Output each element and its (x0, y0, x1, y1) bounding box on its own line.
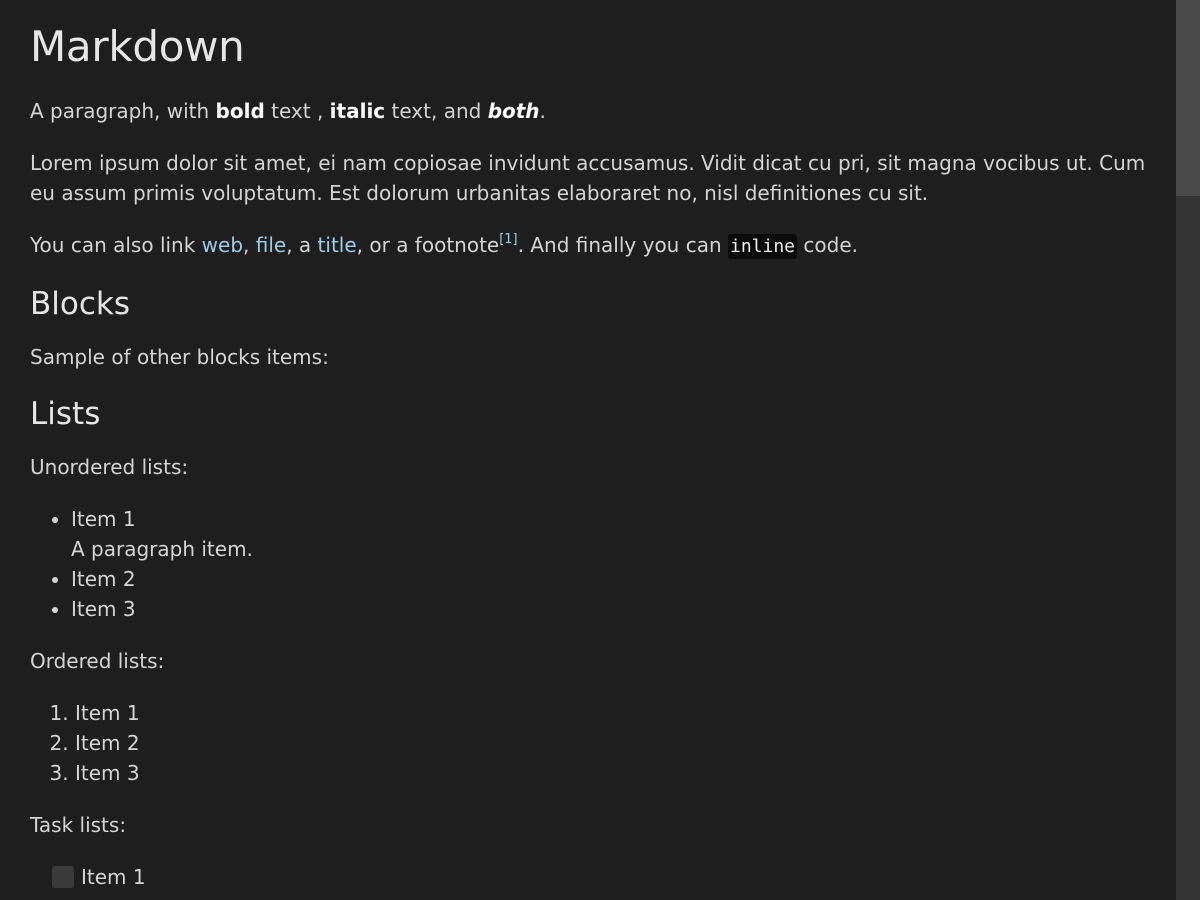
links-paragraph: You can also link web, file, a title, or… (30, 230, 1146, 262)
file-link[interactable]: file (256, 233, 286, 257)
list-item-label: Item 1 (71, 507, 136, 531)
web-link[interactable]: web (202, 233, 243, 257)
footnote-link[interactable]: [1] (499, 232, 517, 247)
links-sep-2: , a (286, 233, 318, 257)
intro-paragraph: A paragraph, with bold text , italic tex… (30, 96, 1146, 126)
list-item-paragraph: A paragraph item. (71, 537, 253, 561)
list-item: Item 3 (71, 594, 1146, 624)
vertical-scrollbar[interactable] (1176, 0, 1200, 900)
italic-label-text: italic (329, 99, 386, 123)
intro-text-1: A paragraph, with (30, 99, 216, 123)
intro-text-3: text, and (385, 99, 488, 123)
list-item: Item 2 (71, 564, 1146, 594)
links-text-2: . And finally you can (517, 233, 728, 257)
links-sep-1: , (243, 233, 256, 257)
links-sep-3: , or a footnote (356, 233, 500, 257)
list-item: Item 1 (75, 698, 1146, 728)
bold-italic-text: both (487, 99, 540, 123)
intro-text-2: text , (264, 99, 330, 123)
task-item-label: Item 1 (81, 865, 146, 889)
unordered-list: Item 1 A paragraph item. Item 2 Item 3 (30, 504, 1146, 624)
blocks-intro: Sample of other blocks items: (30, 345, 329, 369)
page-title: Markdown (30, 22, 245, 71)
ordered-list: Item 1 Item 2 Item 3 (30, 698, 1146, 788)
unordered-lists-label: Unordered lists: (30, 455, 189, 479)
ordered-lists-label: Ordered lists: (30, 649, 165, 673)
title-link[interactable]: title (318, 233, 357, 257)
list-item: Item 1 A paragraph item. (71, 504, 1146, 564)
intro-text-4: . (539, 99, 546, 123)
markdown-preview: Markdown A paragraph, with bold text , i… (0, 0, 1176, 900)
links-text-1: You can also link (30, 233, 202, 257)
blocks-heading: Blocks (30, 286, 130, 322)
task-list: Item 1 (30, 862, 1146, 892)
links-text-3: code. (797, 233, 858, 257)
scrollbar-thumb[interactable] (1176, 0, 1200, 196)
list-item: Item 2 (75, 728, 1146, 758)
lorem-paragraph: Lorem ipsum dolor sit amet, ei nam copio… (30, 151, 1146, 205)
list-item: Item 3 (75, 758, 1146, 788)
task-checkbox[interactable] (52, 866, 74, 888)
bold-text: bold (215, 99, 265, 123)
inline-code: inline (728, 234, 798, 259)
lists-heading: Lists (30, 396, 101, 432)
task-lists-label: Task lists: (30, 813, 127, 837)
task-item: Item 1 (52, 862, 1146, 892)
